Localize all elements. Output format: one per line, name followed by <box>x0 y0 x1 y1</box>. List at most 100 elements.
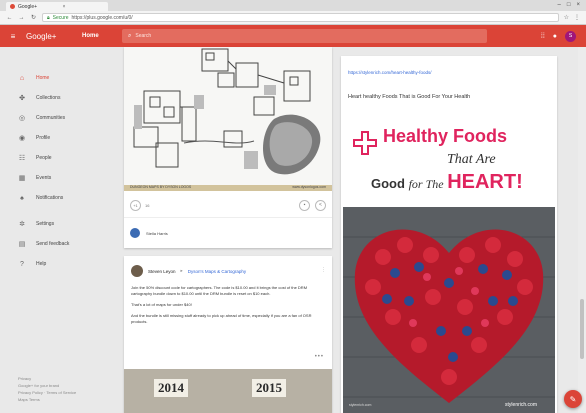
image-watermark: stylenrich.com <box>349 403 372 407</box>
comment-icon[interactable]: ▪ <box>299 199 310 211</box>
sidebar-item-notifications[interactable]: ♠ Notifications <box>0 188 110 208</box>
communities-icon: ◎ <box>18 115 26 122</box>
search-input[interactable] <box>135 33 436 39</box>
healthy-foods-image[interactable]: Healthy Foods That Are Good for The HEAR… <box>343 111 555 413</box>
reload-icon[interactable]: ↻ <box>30 14 37 21</box>
post-paragraph: That's a lot of maps for under $40! <box>131 302 192 307</box>
account-avatar[interactable]: S <box>565 30 576 42</box>
banner-good: Good <box>371 176 405 191</box>
post-card-foods: https://stylenrich.com/heart-healthy-foo… <box>341 56 557 413</box>
apps-grid-icon[interactable]: ⁞⁞ <box>541 33 545 40</box>
dungeon-map-image[interactable] <box>124 47 332 189</box>
sidebar-item-send-feedback[interactable]: ▤ Send feedback <box>0 234 110 254</box>
page-scrollbar[interactable] <box>578 47 586 413</box>
secure-label: Secure <box>52 14 69 21</box>
post-link[interactable]: https://stylenrich.com/heart-healthy-foo… <box>348 70 432 75</box>
banner-line1: Healthy Foods <box>383 126 508 146</box>
banner-line2: That Are <box>447 152 496 167</box>
sidebar-item-people[interactable]: ☷ People <box>0 148 110 168</box>
lock-icon: 🔒︎ <box>47 14 50 21</box>
sidebar-item-communities[interactable]: ◎ Communities <box>0 108 110 128</box>
url-bar[interactable]: 🔒︎ Secure https://plus.google.com/u/0/ <box>42 13 559 22</box>
post-community[interactable]: Dyson's Maps & Cartography <box>188 269 246 274</box>
page-title: Home <box>82 33 99 39</box>
header-actions: ⁞⁞ ● S <box>541 30 576 42</box>
feedback-icon: ▤ <box>18 241 26 248</box>
post-author[interactable]: Steven Leyon <box>148 269 176 274</box>
plus-one-button[interactable]: +1 <box>130 199 141 211</box>
sidebar-item-collections[interactable]: ✤ Collections <box>0 88 110 108</box>
commenter-name[interactable]: Stella Harris <box>146 231 168 236</box>
bookmark-star-icon[interactable]: ☆ <box>564 14 569 21</box>
sidebar-item-label: Events <box>36 175 52 181</box>
comment-row[interactable]: Stella Harris <box>124 217 332 248</box>
minimize-icon[interactable]: – <box>558 2 561 8</box>
main-menu-icon[interactable]: ≡ <box>4 32 22 41</box>
sidebar-item-label: Help <box>36 261 47 267</box>
footer-link[interactable]: Privacy <box>18 375 76 382</box>
brand-logo[interactable]: Google+ <box>26 32 82 41</box>
forward-icon[interactable]: → <box>18 15 25 21</box>
notifications-bell-icon[interactable]: ● <box>553 33 557 40</box>
image-site-label: stylenrich.com <box>505 402 537 408</box>
post-card-community: Steven Leyon ▸ Dyson's Maps & Cartograph… <box>124 256 332 413</box>
expand-dots-icon[interactable]: ••• <box>315 354 324 360</box>
plus-one-count: 16 <box>145 202 150 208</box>
profile-icon: ◉ <box>18 135 26 142</box>
banner-heart: HEART! <box>447 171 523 193</box>
footer-link[interactable]: Privacy Policy · Terms of Service <box>18 389 76 396</box>
post-card-map: DUNGEON MAPS BY DYSON LOGOS www.dysonlog… <box>124 47 332 248</box>
more-options-icon[interactable]: ⋮ <box>321 267 326 273</box>
google-plus-favicon-icon <box>10 4 15 9</box>
sidebar-item-events[interactable]: ▦ Events <box>0 168 110 188</box>
footer-link[interactable]: Google+ for your brand <box>18 382 76 389</box>
compose-pencil-icon[interactable]: ✎ <box>564 390 582 408</box>
post-actions: +1 16 ▪ < <box>130 199 326 211</box>
back-icon[interactable]: ← <box>6 15 13 21</box>
share-icon[interactable]: < <box>315 199 326 211</box>
post-title: Heart healthy Foods That is Good For You… <box>348 94 471 100</box>
tab-close-icon[interactable]: × <box>63 4 105 10</box>
sidebar-item-label: Notifications <box>36 195 64 201</box>
post-image-maps[interactable]: 2014 2015 <box>124 369 332 413</box>
sidebar-item-label: Send feedback <box>36 241 70 247</box>
post-header: Steven Leyon ▸ Dyson's Maps & Cartograph… <box>131 265 246 277</box>
collections-icon: ✤ <box>19 95 25 102</box>
browser-tab[interactable]: Google+ × <box>6 2 108 11</box>
browser-menu-icon[interactable]: ⋮ <box>574 14 580 21</box>
sidebar-item-profile[interactable]: ◉ Profile <box>0 128 110 148</box>
year-label: 2014 <box>154 379 188 397</box>
sidebar-item-label: Home <box>36 75 50 81</box>
browser-actions: ☆ ⋮ <box>564 14 580 21</box>
year-label: 2015 <box>252 379 286 397</box>
notifications-icon: ♠ <box>20 194 24 202</box>
avatar[interactable] <box>131 265 143 277</box>
banner-line3: Good for The HEART! <box>371 171 523 194</box>
events-icon: ▦ <box>18 175 26 182</box>
url-text: https://plus.google.com/u/0/ <box>71 14 133 21</box>
browser-tabbar: Google+ × – □ × <box>0 0 586 11</box>
tab-title: Google+ <box>18 3 38 10</box>
footer-link[interactable]: Maps Terms <box>18 396 76 403</box>
sidebar-item-label: People <box>36 155 52 161</box>
search-box[interactable]: ⌕ <box>122 29 487 43</box>
home-icon: ⌂ <box>19 74 25 82</box>
sidebar-item-label: Profile <box>36 135 51 141</box>
people-icon: ☷ <box>18 155 26 162</box>
arrow-right-icon: ▸ <box>180 268 183 273</box>
help-icon: ? <box>20 260 24 268</box>
search-icon: ⌕ <box>128 32 132 39</box>
post-paragraph: And the bundle is still missing stuff al… <box>131 313 312 324</box>
sidebar-item-settings[interactable]: ✲ Settings <box>0 214 110 234</box>
map-caption: DUNGEON MAPS BY DYSON LOGOS www.dysonlog… <box>124 185 332 191</box>
window-controls: – □ × <box>558 2 580 8</box>
sidebar-item-help[interactable]: ? Help <box>0 254 110 274</box>
sidebar: ⌂ Home ✤ Collections ◎ Communities ◉ Pro… <box>0 47 110 413</box>
close-window-icon[interactable]: × <box>576 2 580 8</box>
gear-icon: ✲ <box>19 221 25 228</box>
post-paragraph: Join the 50% discount code for cartograp… <box>131 285 308 296</box>
browser-addressbar: ← → ↻ 🔒︎ Secure https://plus.google.com/… <box>0 11 586 25</box>
sidebar-item-home[interactable]: ⌂ Home <box>0 68 110 88</box>
scrollbar-thumb[interactable] <box>580 299 584 359</box>
maximize-icon[interactable]: □ <box>567 2 571 8</box>
